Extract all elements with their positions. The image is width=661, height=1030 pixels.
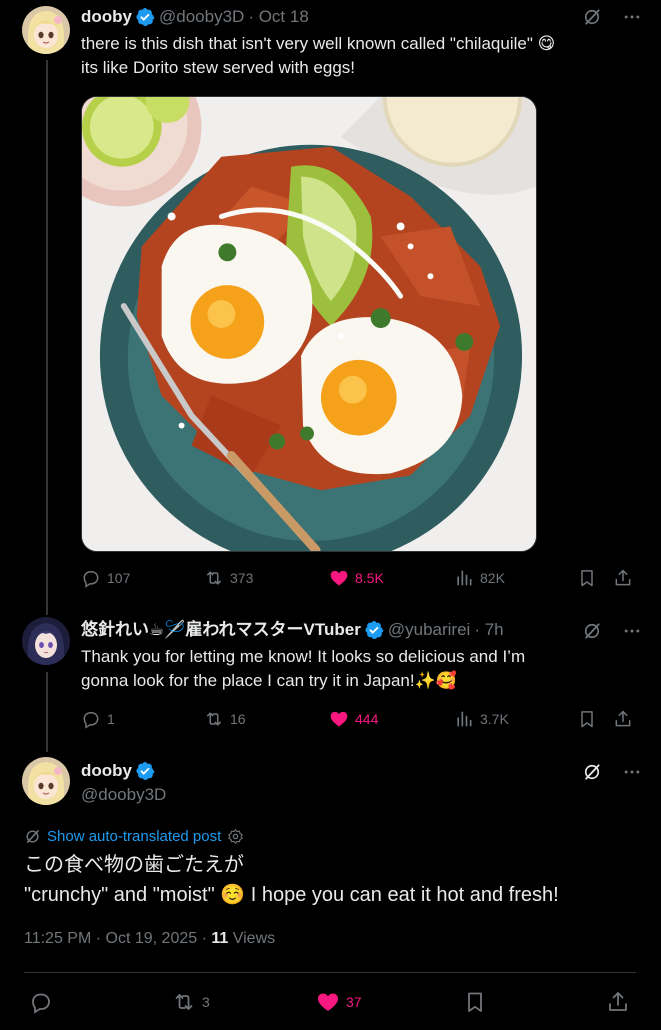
post-date[interactable]: · Oct 18 — [248, 7, 308, 27]
thread-line — [46, 672, 48, 752]
views-label: Views — [228, 930, 276, 947]
divider — [24, 972, 636, 973]
post-date[interactable]: · 7h — [474, 620, 503, 640]
grok-icon[interactable] — [581, 761, 603, 783]
verified-icon — [364, 620, 384, 640]
show-translation-link[interactable]: Show auto-translated post — [24, 828, 244, 845]
tweet-header: dooby @dooby3D · Oct 18 — [81, 7, 309, 27]
like-button[interactable]: 8.5K — [329, 568, 384, 588]
tweet-text-line: its like Dorito stew served with eggs! — [81, 58, 355, 77]
bookmark-icon — [581, 570, 593, 587]
author-handle[interactable]: @dooby3D — [159, 7, 244, 27]
tweet-header: 悠針れい☕🪡雇われマスターVTuber @yubarirei · 7h — [81, 620, 504, 640]
author-handle[interactable]: @yubarirei — [388, 620, 470, 640]
post-timestamp[interactable]: 11:25 PM · Oct 19, 2025 · — [24, 930, 211, 947]
thread-line — [46, 60, 48, 615]
repost-count: 3 — [202, 994, 210, 1010]
bookmark-button[interactable] — [463, 990, 487, 1014]
tweet-top-actions — [581, 620, 643, 642]
share-button[interactable] — [613, 709, 633, 729]
tweet-top-actions — [581, 761, 643, 783]
reply-icon — [83, 712, 99, 729]
tweet-image[interactable] — [81, 96, 537, 552]
repost-icon — [207, 712, 221, 726]
repost-button[interactable]: 373 — [204, 568, 253, 588]
like-count: 37 — [346, 994, 362, 1010]
repost-button[interactable]: 16 — [204, 709, 246, 729]
avatar[interactable] — [22, 617, 70, 665]
tweet-text-line: "crunchy" and "moist" ☺️ I hope you can … — [24, 884, 559, 906]
post-meta: 11:25 PM · Oct 19, 2025 · 11 Views — [24, 930, 275, 948]
tweet-header: dooby — [81, 761, 159, 781]
view-count: 3.7K — [480, 711, 509, 727]
avatar[interactable] — [22, 6, 70, 54]
share-icon — [609, 992, 627, 1011]
heart-icon — [330, 570, 348, 586]
tweet-text: Thank you for letting me know! It looks … — [81, 645, 525, 693]
author-handle-row: @dooby3D — [81, 785, 166, 805]
more-icon[interactable] — [621, 6, 643, 28]
views-icon — [457, 711, 472, 727]
view-count: 82K — [480, 570, 505, 586]
avatar[interactable] — [22, 757, 70, 805]
reply-button[interactable] — [29, 990, 59, 1014]
repost-count: 16 — [230, 711, 246, 727]
more-icon[interactable] — [621, 620, 643, 642]
bookmark-icon — [468, 992, 482, 1012]
reply-icon — [83, 571, 99, 588]
author-name[interactable]: dooby — [81, 7, 132, 27]
reply-button[interactable]: 107 — [81, 568, 130, 588]
repost-icon — [175, 994, 193, 1010]
like-button[interactable]: 37 — [316, 990, 362, 1014]
author-name[interactable]: dooby — [81, 761, 132, 781]
grok-icon — [26, 830, 39, 843]
tweet-text-line: Thank you for letting me know! It looks … — [81, 647, 526, 666]
bookmark-icon — [581, 711, 593, 728]
like-count: 444 — [355, 711, 379, 727]
verified-icon — [135, 7, 155, 27]
tweet-text-line: gonna look for the place I can try it in… — [81, 671, 457, 690]
tweet-text: この食べ物の歯ごたえが "crunchy" and "moist" ☺️ I h… — [24, 850, 559, 910]
translate-label[interactable]: Show auto-translated post — [47, 828, 221, 845]
reply-count: 1 — [107, 711, 115, 727]
share-icon — [615, 710, 631, 727]
verified-icon — [135, 761, 155, 781]
tweet-text-line: there is this dish that isn't very well … — [81, 34, 556, 53]
more-icon[interactable] — [621, 761, 643, 783]
views-button[interactable]: 3.7K — [454, 709, 509, 729]
like-count: 8.5K — [355, 570, 384, 586]
settings-icon[interactable] — [227, 828, 244, 845]
tweet-text: there is this dish that isn't very well … — [81, 32, 555, 80]
tweet-top-actions — [581, 6, 643, 28]
reply-count: 107 — [107, 570, 131, 586]
reply-button[interactable]: 1 — [81, 709, 115, 729]
heart-icon — [318, 993, 338, 1011]
bookmark-button[interactable] — [577, 568, 597, 588]
heart-icon — [330, 711, 348, 727]
repost-button[interactable]: 3 — [172, 990, 210, 1014]
tweet-text-line: この食べ物の歯ごたえが — [24, 854, 244, 876]
reply-icon — [32, 993, 50, 1014]
grok-icon[interactable] — [581, 620, 603, 642]
share-icon — [615, 569, 631, 586]
share-button[interactable] — [613, 568, 633, 588]
author-name[interactable]: 悠針れい☕🪡雇われマスターVTuber — [81, 620, 361, 640]
share-button[interactable] — [606, 990, 630, 1014]
author-handle[interactable]: @dooby3D — [81, 785, 166, 805]
views-count: 11 — [211, 930, 229, 947]
repost-count: 373 — [230, 570, 254, 586]
views-button[interactable]: 82K — [454, 568, 505, 588]
views-icon — [457, 570, 472, 586]
like-button[interactable]: 444 — [329, 709, 378, 729]
repost-icon — [207, 571, 221, 585]
grok-icon[interactable] — [581, 6, 603, 28]
bookmark-button[interactable] — [577, 709, 597, 729]
